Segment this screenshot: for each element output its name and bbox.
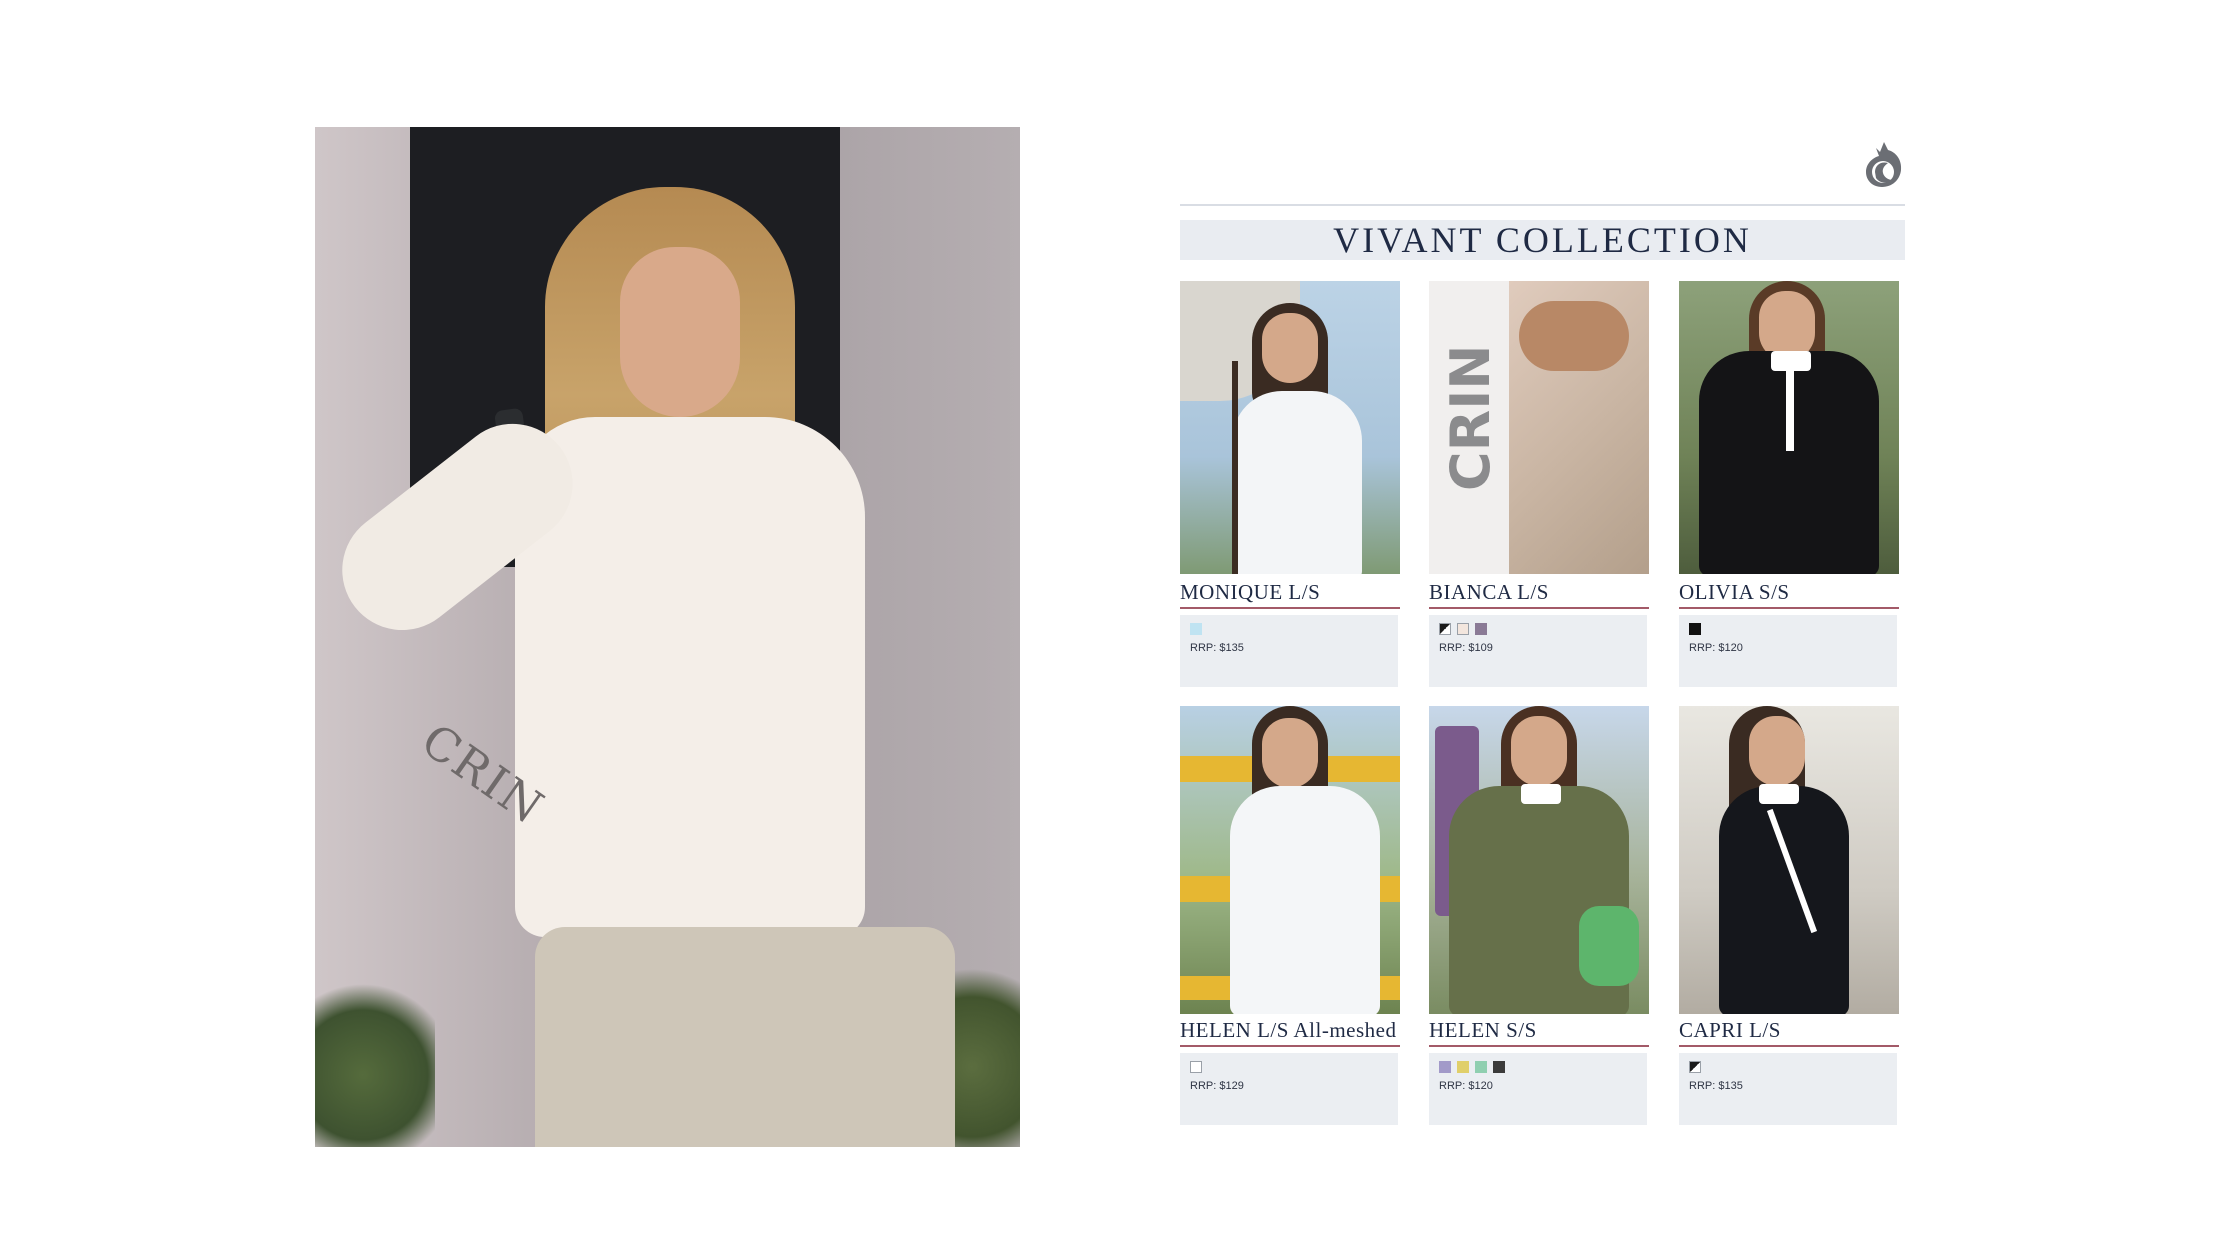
product-price: RRP: $109 xyxy=(1439,642,1493,654)
color-swatches xyxy=(1439,1061,1637,1074)
collection-title: VIVANT COLLECTION xyxy=(1333,220,1752,260)
swatch-mauve[interactable] xyxy=(1475,623,1487,635)
product-rule xyxy=(1429,607,1649,609)
product-rule xyxy=(1180,607,1400,609)
product-photo xyxy=(1429,706,1649,1014)
product-name: MONIQUE L/S xyxy=(1180,580,1321,604)
product-name: HELEN S/S xyxy=(1429,1018,1537,1042)
swatch-charcoal[interactable] xyxy=(1493,1061,1505,1073)
product-name: CAPRI L/S xyxy=(1679,1018,1781,1042)
model-breeches xyxy=(535,927,955,1147)
product-info: RRP: $135 xyxy=(1679,1053,1897,1125)
product-photo xyxy=(1180,281,1400,574)
product-photo xyxy=(1180,706,1400,1014)
product-rule xyxy=(1429,1045,1649,1047)
title-band: VIVANT COLLECTION xyxy=(1180,220,1905,260)
swatch-mint[interactable] xyxy=(1475,1061,1487,1073)
swatch-black-white[interactable] xyxy=(1439,623,1451,635)
product-name: BIANCA L/S xyxy=(1429,580,1549,604)
product-card-capri[interactable]: CAPRI L/S RRP: $135 xyxy=(1679,706,1901,1125)
swatch-yellow[interactable] xyxy=(1457,1061,1469,1073)
product-price: RRP: $120 xyxy=(1439,1080,1493,1092)
product-price: RRP: $129 xyxy=(1190,1080,1244,1092)
swatch-lavender[interactable] xyxy=(1439,1061,1451,1073)
product-info: RRP: $109 xyxy=(1429,615,1647,687)
hero-photo: CRIN xyxy=(315,127,1020,1147)
product-card-bianca[interactable]: CRIN BIANCA L/S RRP: $109 xyxy=(1429,281,1651,687)
product-info: RRP: $135 xyxy=(1180,615,1398,687)
product-price: RRP: $135 xyxy=(1689,1080,1743,1092)
product-card-olivia[interactable]: OLIVIA S/S RRP: $120 xyxy=(1679,281,1901,687)
color-swatches xyxy=(1689,623,1887,636)
color-swatches xyxy=(1190,1061,1388,1074)
product-price: RRP: $120 xyxy=(1689,642,1743,654)
product-info: RRP: $129 xyxy=(1180,1053,1398,1125)
header-rule xyxy=(1180,204,1905,206)
model-face xyxy=(620,247,740,417)
color-swatches xyxy=(1439,623,1637,636)
swatch-black[interactable] xyxy=(1689,623,1701,635)
product-name: OLIVIA S/S xyxy=(1679,580,1790,604)
foliage-left xyxy=(315,967,435,1147)
color-swatches xyxy=(1689,1061,1887,1074)
product-card-helen-ls[interactable]: HELEN L/S All-meshed RRP: $129 xyxy=(1180,706,1402,1125)
swatch-light-blue[interactable] xyxy=(1190,623,1202,635)
product-photo xyxy=(1679,281,1899,574)
product-rule xyxy=(1679,607,1899,609)
product-photo xyxy=(1679,706,1899,1014)
product-name: HELEN L/S All-meshed xyxy=(1180,1018,1397,1042)
product-card-helen-ss[interactable]: HELEN S/S RRP: $120 xyxy=(1429,706,1651,1125)
sleeve-print: CRIN xyxy=(1439,344,1502,492)
product-card-monique[interactable]: MONIQUE L/S RRP: $135 xyxy=(1180,281,1402,687)
product-info: RRP: $120 xyxy=(1679,615,1897,687)
product-info: RRP: $120 xyxy=(1429,1053,1647,1125)
product-photo: CRIN xyxy=(1429,281,1649,574)
color-swatches xyxy=(1190,623,1388,636)
swatch-black-white[interactable] xyxy=(1689,1061,1701,1073)
product-rule xyxy=(1679,1045,1899,1047)
swatch-blush[interactable] xyxy=(1457,623,1469,635)
product-rule xyxy=(1180,1045,1400,1047)
horse-head-logo-icon xyxy=(1866,142,1902,187)
swatch-white[interactable] xyxy=(1190,1061,1202,1073)
product-price: RRP: $135 xyxy=(1190,642,1244,654)
